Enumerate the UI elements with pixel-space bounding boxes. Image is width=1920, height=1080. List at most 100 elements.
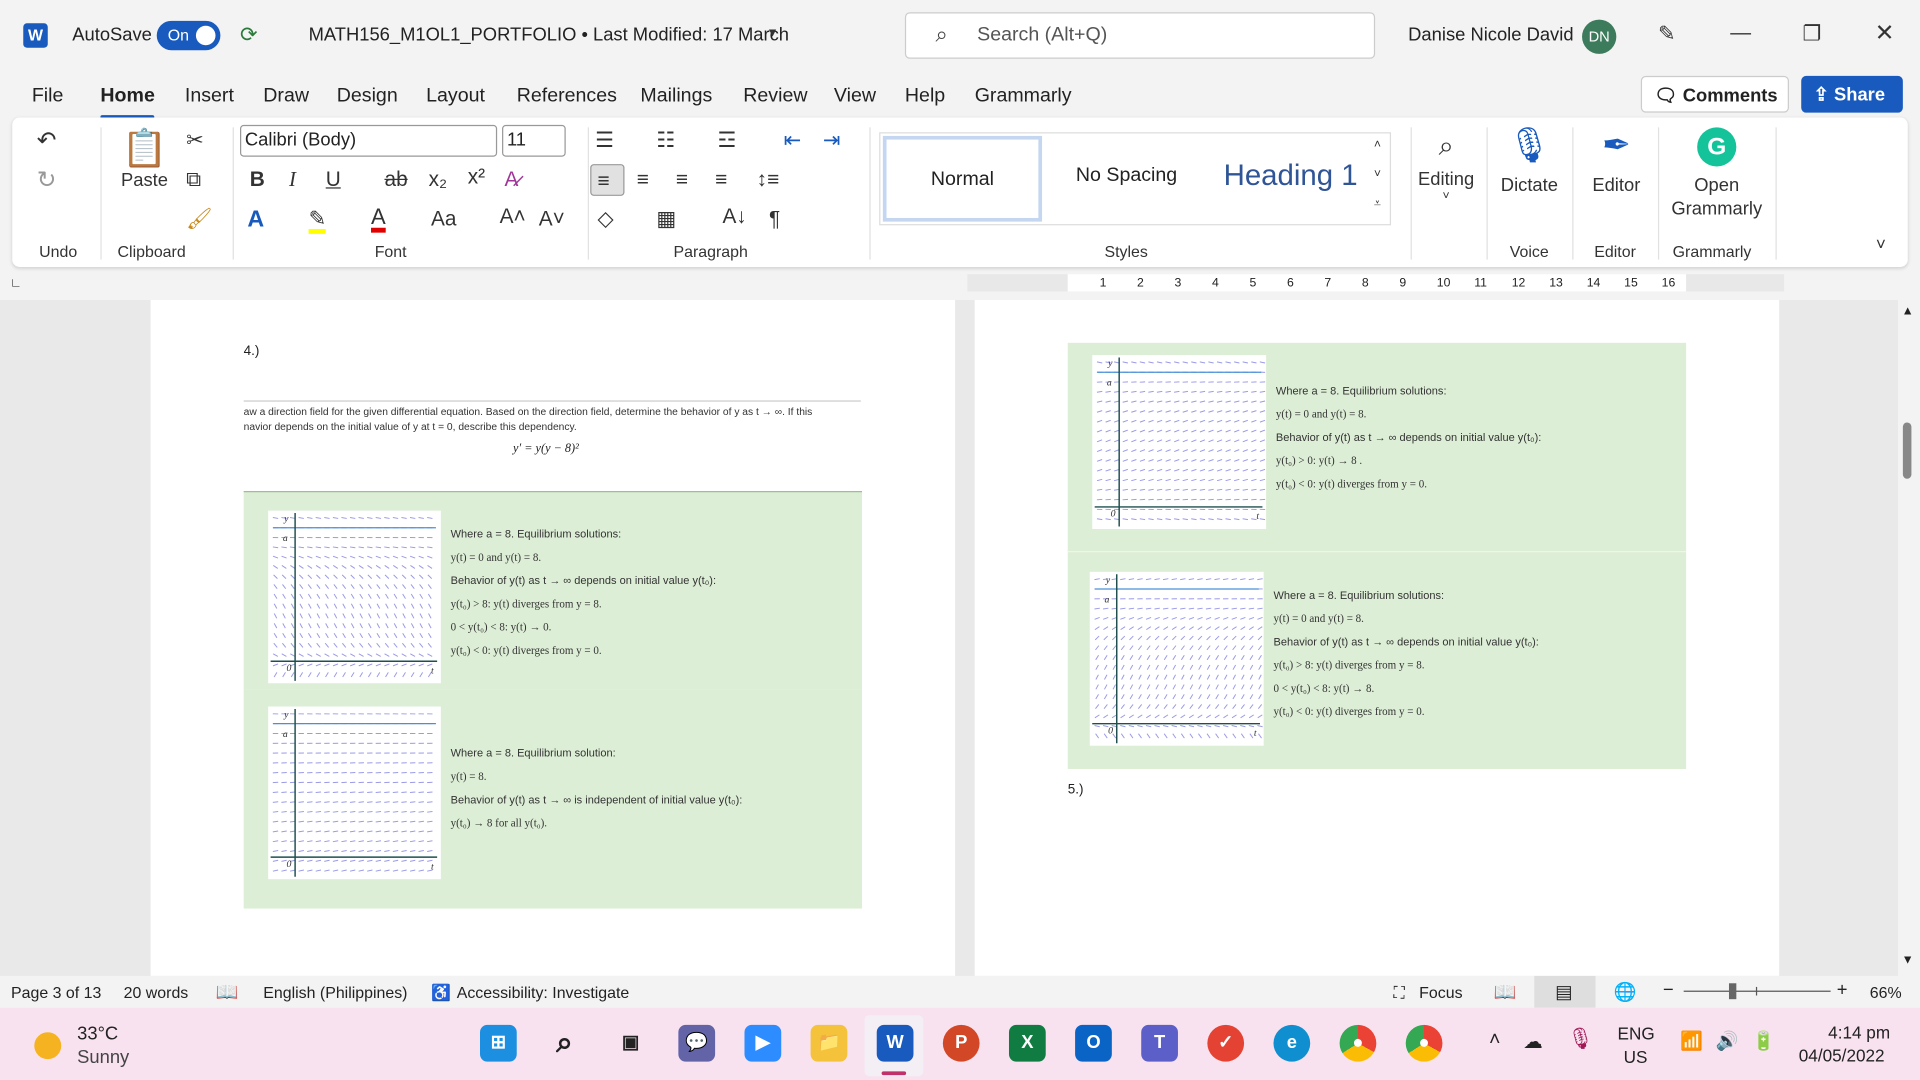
restore-icon[interactable]: ❐ (1802, 23, 1821, 44)
vertical-scrollbar[interactable]: ▲ ▼ (1897, 300, 1920, 976)
multilevel-list-icon[interactable]: ☲ (718, 130, 737, 151)
avatar[interactable]: DN (1582, 19, 1617, 54)
teams-icon[interactable]: T (1141, 1024, 1178, 1062)
weather-condition[interactable]: Sunny (77, 1047, 129, 1068)
language-secondary[interactable]: US (1624, 1047, 1648, 1067)
print-layout-button[interactable]: ▤ (1534, 975, 1596, 1008)
highlight-icon[interactable]: ✎ (308, 208, 327, 234)
style-normal[interactable]: Normal (882, 135, 1043, 222)
save-icon[interactable]: ⟳ (240, 24, 257, 45)
tab-references[interactable]: References (517, 86, 617, 108)
scrollbar-thumb[interactable] (1902, 422, 1912, 479)
chat-icon[interactable]: 💬 (678, 1024, 716, 1062)
tab-design[interactable]: Design (337, 86, 398, 108)
grow-font-icon[interactable]: A˄ (500, 206, 526, 227)
outlook-icon[interactable]: O (1075, 1024, 1112, 1062)
temperature[interactable]: 33°C (77, 1024, 118, 1045)
justify-icon[interactable]: ≡ (715, 169, 727, 190)
autosave-toggle[interactable]: On (156, 20, 221, 51)
font-color-icon[interactable]: A (371, 206, 386, 233)
italic-icon[interactable]: I (289, 169, 296, 190)
pen-icon[interactable]: ✎ (1658, 23, 1675, 44)
show-formatting-icon[interactable]: ¶ (769, 208, 780, 229)
chrome-icon[interactable]: ● (1339, 1024, 1377, 1062)
zoom-app-icon[interactable]: ▶ (744, 1024, 782, 1062)
bullets-icon[interactable]: ☰ (595, 130, 614, 151)
language-primary[interactable]: ENG (1618, 1024, 1655, 1044)
minimize-icon[interactable]: — (1730, 22, 1751, 43)
align-left-icon[interactable]: ≡ (590, 164, 625, 196)
page-count[interactable]: Page 3 of 13 (11, 983, 101, 1001)
tab-home[interactable]: Home (100, 86, 156, 119)
web-layout-icon[interactable]: 🌐 (1614, 981, 1637, 1003)
font-name-select[interactable]: Calibri (Body) (240, 124, 498, 157)
change-case-icon[interactable]: Aa (431, 208, 456, 229)
onedrive-icon[interactable]: ☁ (1523, 1030, 1543, 1054)
excel-icon[interactable]: X (1008, 1024, 1046, 1062)
decrease-indent-icon[interactable]: ⇤ (784, 130, 801, 151)
tab-help[interactable]: Help (905, 86, 945, 108)
styles-scroll-up-icon[interactable]: ˄ (1374, 139, 1381, 152)
superscript-icon[interactable]: x² (468, 167, 485, 188)
tab-draw[interactable]: Draw (263, 86, 309, 108)
battery-icon[interactable]: 🔋 (1752, 1030, 1775, 1052)
format-painter-icon[interactable]: 🖌 (186, 208, 212, 229)
clear-formatting-icon[interactable]: A̷ (504, 169, 518, 190)
close-icon[interactable]: ✕ (1875, 22, 1894, 45)
volume-icon[interactable]: 🔊 (1716, 1030, 1739, 1052)
sun-icon[interactable] (34, 1032, 62, 1060)
zoom-slider-thumb[interactable] (1728, 983, 1737, 1000)
tab-insert[interactable]: Insert (185, 86, 234, 108)
collapse-ribbon-icon[interactable]: ˅ (1876, 235, 1886, 252)
search-input[interactable]: ⌕ Search (Alt+Q) (904, 12, 1376, 59)
powerpoint-icon[interactable]: P (942, 1024, 980, 1062)
numbering-icon[interactable]: ☷ (656, 130, 675, 151)
tab-review[interactable]: Review (743, 86, 807, 108)
open-grammarly-button[interactable]: G Open Grammarly (1665, 127, 1768, 220)
bold-icon[interactable]: B (250, 169, 265, 190)
ruler[interactable]: ∟ 1 2 3 4 5 6 7 8 9 10 11 12 13 14 15 16 (0, 272, 1920, 296)
style-no-spacing[interactable]: No Spacing (1047, 136, 1206, 222)
focus-button[interactable]: Focus (1419, 983, 1462, 1001)
accessibility-status[interactable]: Accessibility: Investigate (457, 983, 630, 1001)
clock-date[interactable]: 04/05/2022 (1799, 1046, 1885, 1066)
borders-icon[interactable]: ▦ (656, 208, 676, 229)
clock-time[interactable]: 4:14 pm (1828, 1022, 1890, 1042)
word-icon[interactable]: W (23, 23, 48, 48)
task-view-icon[interactable]: ▣ (612, 1025, 649, 1062)
subscript-icon[interactable]: x₂ (429, 169, 448, 190)
todoist-icon[interactable]: ✓ (1207, 1024, 1245, 1062)
zoom-level[interactable]: 66% (1870, 983, 1902, 1001)
editor-button[interactable]: ✒ Editor (1580, 125, 1653, 196)
chrome-profile-icon[interactable]: ● (1405, 1024, 1443, 1062)
cut-icon[interactable]: ✂ (186, 130, 203, 151)
zoom-out-icon[interactable]: − (1663, 980, 1674, 1001)
search-icon[interactable]: ⌕ (546, 1025, 583, 1062)
file-explorer-icon[interactable]: 📁 (810, 1024, 848, 1062)
shading-icon[interactable]: ◇ (598, 208, 614, 229)
editing-button[interactable]: ⌕ Editing ˅ (1416, 130, 1477, 203)
word-taskbar-icon[interactable]: W (876, 1024, 914, 1062)
share-button[interactable]: ⇪ Share (1801, 75, 1903, 113)
underline-icon[interactable]: U (326, 169, 341, 190)
edge-icon[interactable]: e (1273, 1024, 1311, 1062)
wifi-icon[interactable]: 📶 (1680, 1030, 1703, 1052)
start-icon[interactable]: ⊞ (480, 1024, 517, 1062)
microphone-icon[interactable]: 🎙 (1567, 1027, 1593, 1051)
user-name[interactable]: Danise Nicole David (1408, 24, 1573, 45)
show-hidden-icons[interactable]: ˄ (1489, 1030, 1500, 1052)
increase-indent-icon[interactable]: ⇥ (823, 130, 840, 151)
tab-layout[interactable]: Layout (426, 86, 485, 108)
font-size-select[interactable]: 11 (502, 124, 566, 157)
tab-grammarly[interactable]: Grammarly (975, 86, 1072, 108)
align-center-icon[interactable]: ≡ (637, 169, 649, 190)
zoom-in-icon[interactable]: + (1837, 980, 1848, 1001)
shrink-font-icon[interactable]: A˅ (539, 208, 565, 229)
undo-icon[interactable]: ↶ (37, 130, 56, 153)
align-right-icon[interactable]: ≡ (676, 169, 688, 190)
styles-scroll-down-icon[interactable]: ˅ (1374, 168, 1381, 181)
comments-button[interactable]: 🗨 Comments (1640, 75, 1789, 113)
read-mode-icon[interactable]: 📖 (1494, 981, 1517, 1003)
sort-icon[interactable]: A↓ (722, 206, 746, 227)
scroll-down-icon[interactable]: ▼ (1902, 954, 1914, 967)
